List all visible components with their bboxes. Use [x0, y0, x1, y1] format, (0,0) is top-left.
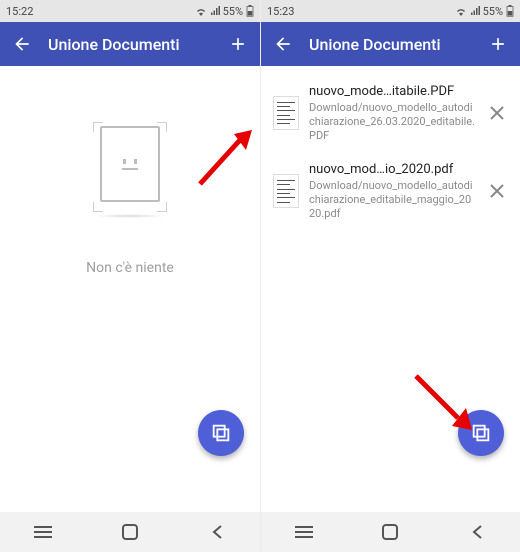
- file-name: nuovo_mod…io_2020.pdf: [309, 162, 476, 177]
- phone-right: 15:23 55% Unione Documenti nuovo_mode…it…: [260, 0, 520, 552]
- add-button[interactable]: [226, 32, 250, 56]
- arrow-left-icon: [12, 34, 32, 54]
- home-icon: [122, 524, 138, 540]
- merge-icon: [470, 422, 492, 444]
- battery-icon: [246, 5, 254, 17]
- signal-icon: [210, 6, 220, 16]
- remove-button[interactable]: [486, 180, 508, 202]
- recents-icon: [295, 525, 313, 539]
- remove-button[interactable]: [486, 102, 508, 124]
- battery-percent: 55%: [483, 5, 503, 18]
- status-bar: 15:23 55%: [261, 0, 520, 22]
- phone-left: 15:22 55% Unione Documenti: [0, 0, 260, 552]
- status-time: 15:22: [6, 5, 33, 18]
- back-button[interactable]: [10, 32, 34, 56]
- chevron-left-icon: [471, 524, 483, 540]
- plus-icon: [488, 34, 508, 54]
- document-thumb-icon: [273, 96, 299, 130]
- nav-recents[interactable]: [23, 512, 63, 552]
- status-right: 55%: [195, 5, 254, 18]
- nav-back[interactable]: [457, 512, 497, 552]
- add-button[interactable]: [486, 32, 510, 56]
- file-name: nuovo_mode…itabile.PDF: [309, 84, 476, 99]
- nav-bar: [0, 512, 260, 552]
- file-list: nuovo_mode…itabile.PDF Download/nuovo_mo…: [261, 66, 520, 239]
- nav-recents[interactable]: [284, 512, 324, 552]
- close-icon: [490, 106, 504, 120]
- close-icon: [490, 184, 504, 198]
- list-item[interactable]: nuovo_mod…io_2020.pdf Download/nuovo_mod…: [261, 152, 520, 230]
- app-bar: Unione Documenti: [0, 22, 260, 66]
- chevron-left-icon: [211, 524, 223, 540]
- battery-icon: [506, 5, 514, 17]
- appbar-title: Unione Documenti: [48, 35, 212, 54]
- empty-illustration: [97, 126, 163, 208]
- recents-icon: [34, 525, 52, 539]
- content-area: nuovo_mode…itabile.PDF Download/nuovo_mo…: [261, 66, 520, 512]
- plus-icon: [228, 34, 248, 54]
- nav-home[interactable]: [370, 512, 410, 552]
- document-thumb-icon: [273, 174, 299, 208]
- home-icon: [382, 524, 398, 540]
- battery-percent: 55%: [223, 5, 243, 18]
- nav-bar: [261, 512, 520, 552]
- empty-state: Non c'è niente: [0, 66, 260, 276]
- status-right: 55%: [455, 5, 514, 18]
- status-bar: 15:22 55%: [0, 0, 260, 22]
- list-item[interactable]: nuovo_mode…itabile.PDF Download/nuovo_mo…: [261, 74, 520, 152]
- merge-fab[interactable]: [458, 410, 504, 456]
- file-path: Download/nuovo_modello_autodichiarazione…: [309, 101, 476, 142]
- status-time: 15:23: [267, 5, 294, 18]
- wifi-icon: [455, 6, 467, 16]
- app-bar: Unione Documenti: [261, 22, 520, 66]
- file-path: Download/nuovo_modello_autodichiarazione…: [309, 179, 476, 220]
- appbar-title: Unione Documenti: [309, 35, 472, 54]
- content-area: Non c'è niente: [0, 66, 260, 512]
- nav-back[interactable]: [197, 512, 237, 552]
- empty-text: Non c'è niente: [86, 260, 174, 276]
- nav-home[interactable]: [110, 512, 150, 552]
- arrow-left-icon: [273, 34, 293, 54]
- wifi-icon: [195, 6, 207, 16]
- merge-fab[interactable]: [198, 410, 244, 456]
- signal-icon: [470, 6, 480, 16]
- merge-icon: [210, 422, 232, 444]
- back-button[interactable]: [271, 32, 295, 56]
